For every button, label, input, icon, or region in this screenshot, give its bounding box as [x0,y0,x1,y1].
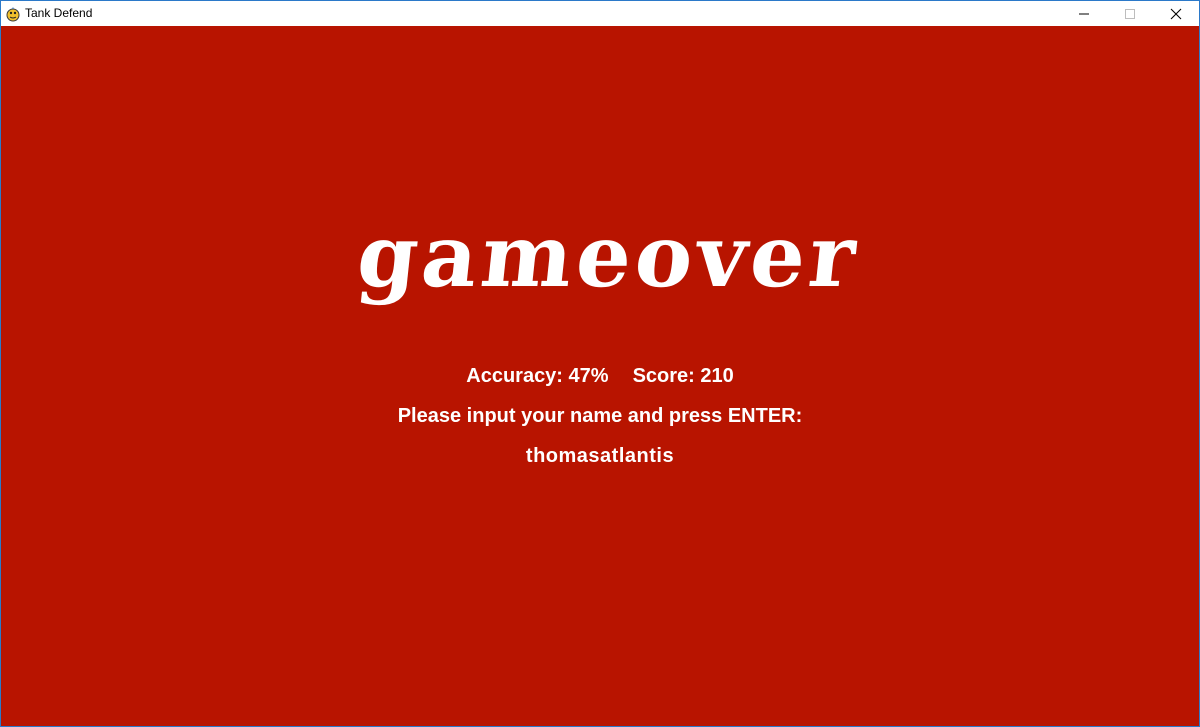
name-input[interactable]: thomasatlantis [1,443,1199,469]
name-prompt: Please input your name and press ENTER: [397,405,803,427]
minimize-button[interactable] [1061,1,1107,26]
stats-line: Accuracy: 47% Score: 210 [1,363,1199,389]
maximize-button[interactable] [1107,1,1153,26]
app-window: Tank Defend gameover Accuracy: 47% Score… [0,0,1200,727]
score-text: Score: 210 [632,365,734,387]
gameover-logo: gameover [319,222,893,322]
pygame-snake-icon [5,6,21,22]
game-canvas[interactable]: gameover Accuracy: 47% Score: 210 Please … [1,26,1199,726]
maximize-icon [1125,8,1135,19]
title-bar[interactable]: Tank Defend [1,1,1199,26]
accuracy-text: Accuracy: 47% [466,365,609,387]
window-controls [1061,1,1199,26]
window-title: Tank Defend [25,6,93,20]
gameover-logo-text: gameover [353,222,864,307]
close-icon [1170,8,1182,19]
minimize-icon [1079,13,1089,14]
close-button[interactable] [1153,1,1199,26]
